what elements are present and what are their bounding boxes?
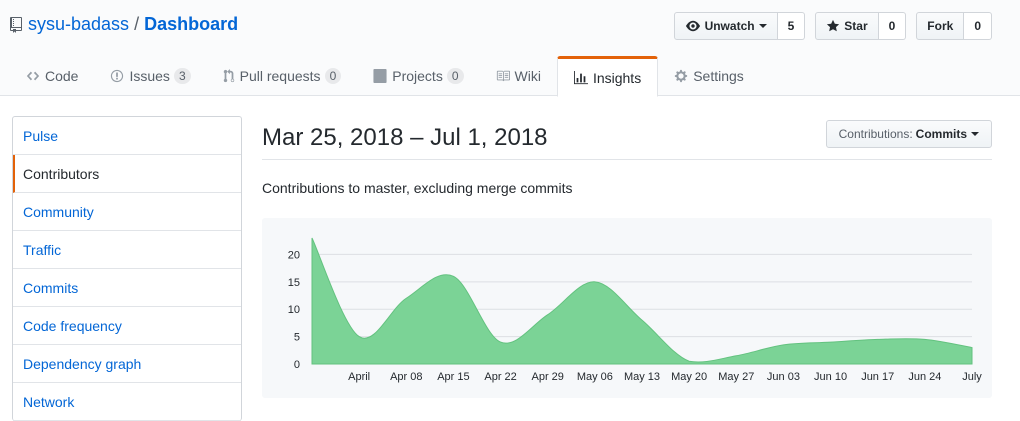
tab-wiki-label: Wiki — [514, 68, 541, 84]
stargazers-count-link[interactable]: 0 — [878, 12, 907, 40]
tab-projects-label: Projects — [392, 68, 443, 84]
x-tick-label: Apr 15 — [437, 371, 469, 383]
repo-separator: / — [134, 14, 140, 34]
sidebar-item-community[interactable]: Community — [13, 193, 241, 231]
star-label: Star — [844, 19, 868, 33]
tab-wiki[interactable]: Wiki — [480, 56, 557, 96]
star-group: Star 0 — [815, 12, 907, 40]
repo-owner-link[interactable]: sysu-badass — [28, 14, 129, 35]
x-tick-label: May 13 — [624, 371, 660, 383]
caret-down-icon — [758, 24, 767, 28]
tab-projects[interactable]: Projects 0 — [357, 56, 479, 96]
x-tick-label: May 27 — [718, 371, 754, 383]
tab-code[interactable]: Code — [10, 56, 94, 96]
tab-settings[interactable]: Settings — [658, 56, 760, 96]
x-tick-label: Apr 22 — [484, 371, 516, 383]
tab-issues-label: Issues — [129, 68, 170, 84]
tab-insights-label: Insights — [592, 69, 642, 86]
eye-icon — [685, 20, 700, 32]
project-icon — [373, 69, 387, 83]
tab-pull-requests[interactable]: Pull requests 0 — [207, 56, 358, 96]
dropdown-prefix: Contributions: — [838, 127, 913, 141]
sidebar-item-code-frequency[interactable]: Code frequency — [13, 307, 241, 345]
repo-actions: Unwatch 5 Star 0 Fork 0 — [673, 12, 992, 40]
unwatch-button[interactable]: Unwatch — [673, 12, 778, 40]
repo-title: sysu-badass / Dashboard — [10, 14, 238, 35]
repo-nav-tabs: Code Issues 3 Pull requests 0 Projects 0… — [10, 56, 760, 97]
fork-group: Fork 0 — [916, 12, 992, 40]
book-icon — [496, 70, 510, 82]
x-tick-label: Jun 10 — [814, 371, 847, 383]
tab-settings-label: Settings — [693, 68, 744, 84]
sidebar-item-commits[interactable]: Commits — [13, 269, 241, 307]
insights-main: Mar 25, 2018 – Jul 1, 2018 Contributions… — [262, 116, 992, 398]
x-tick-label: July — [962, 371, 982, 383]
y-tick-label: 5 — [294, 332, 300, 344]
y-tick-label: 20 — [288, 249, 300, 261]
sidebar-item-traffic[interactable]: Traffic — [13, 231, 241, 269]
gear-icon — [675, 69, 688, 83]
code-icon — [26, 71, 40, 81]
fork-label: Fork — [927, 19, 954, 33]
star-icon — [827, 19, 840, 32]
sidebar-item-pulse[interactable]: Pulse — [13, 117, 241, 155]
sidebar-item-network[interactable]: Network — [13, 383, 241, 421]
tab-pull-requests-label: Pull requests — [239, 68, 321, 84]
y-tick-label: 10 — [288, 304, 300, 316]
projects-count-badge: 0 — [446, 68, 464, 84]
graph-icon — [573, 70, 588, 84]
contributions-type-dropdown[interactable]: Contributions: Commits — [825, 120, 992, 148]
repo-header: sysu-badass / Dashboard Unwatch 5 Star 0… — [0, 0, 1020, 97]
x-tick-label: May 20 — [671, 371, 707, 383]
tab-code-label: Code — [45, 68, 79, 84]
sidebar-item-dependency-graph[interactable]: Dependency graph — [13, 345, 241, 383]
caret-down-icon — [971, 132, 979, 136]
y-tick-label: 15 — [288, 277, 300, 289]
x-tick-label: Jun 17 — [861, 371, 894, 383]
x-tick-label: Apr 29 — [532, 371, 564, 383]
x-tick-label: April — [348, 371, 370, 383]
fork-button[interactable]: Fork — [916, 12, 965, 40]
x-tick-label: Jun 24 — [908, 371, 941, 383]
x-tick-label: May 06 — [577, 371, 613, 383]
x-tick-label: Apr 08 — [390, 371, 422, 383]
y-tick-label: 0 — [294, 359, 300, 371]
commits-area-series — [311, 237, 973, 365]
tab-insights[interactable]: Insights — [556, 56, 659, 97]
dropdown-value: Commits — [915, 127, 967, 141]
watch-group: Unwatch 5 — [673, 12, 806, 40]
repo-icon — [10, 16, 22, 33]
x-tick-label: Jun 03 — [767, 371, 800, 383]
insights-sidebar: Pulse Contributors Community Traffic Com… — [12, 116, 242, 421]
pull-requests-count-badge: 0 — [324, 68, 342, 84]
contributions-chart: 0 5 10 15 20 April Apr 08 Apr 15 Apr 22 Apr 29 Ma… — [262, 218, 992, 398]
forks-count-link[interactable]: 0 — [964, 12, 992, 40]
pull-request-icon — [223, 69, 234, 83]
issue-icon — [111, 69, 124, 83]
repo-name-link[interactable]: Dashboard — [144, 14, 238, 35]
watchers-count-link[interactable]: 5 — [777, 12, 806, 40]
contributions-area-chart: 0 5 10 15 20 April Apr 08 Apr 15 Apr 22 Apr 29 Ma… — [288, 237, 982, 383]
tab-issues[interactable]: Issues 3 — [94, 56, 206, 96]
chart-subtitle: Contributions to master, excluding merge… — [262, 180, 573, 196]
issues-count-badge: 3 — [173, 68, 191, 84]
sidebar-item-contributors[interactable]: Contributors — [13, 155, 241, 193]
unwatch-label: Unwatch — [704, 19, 755, 33]
star-button[interactable]: Star — [815, 12, 879, 40]
